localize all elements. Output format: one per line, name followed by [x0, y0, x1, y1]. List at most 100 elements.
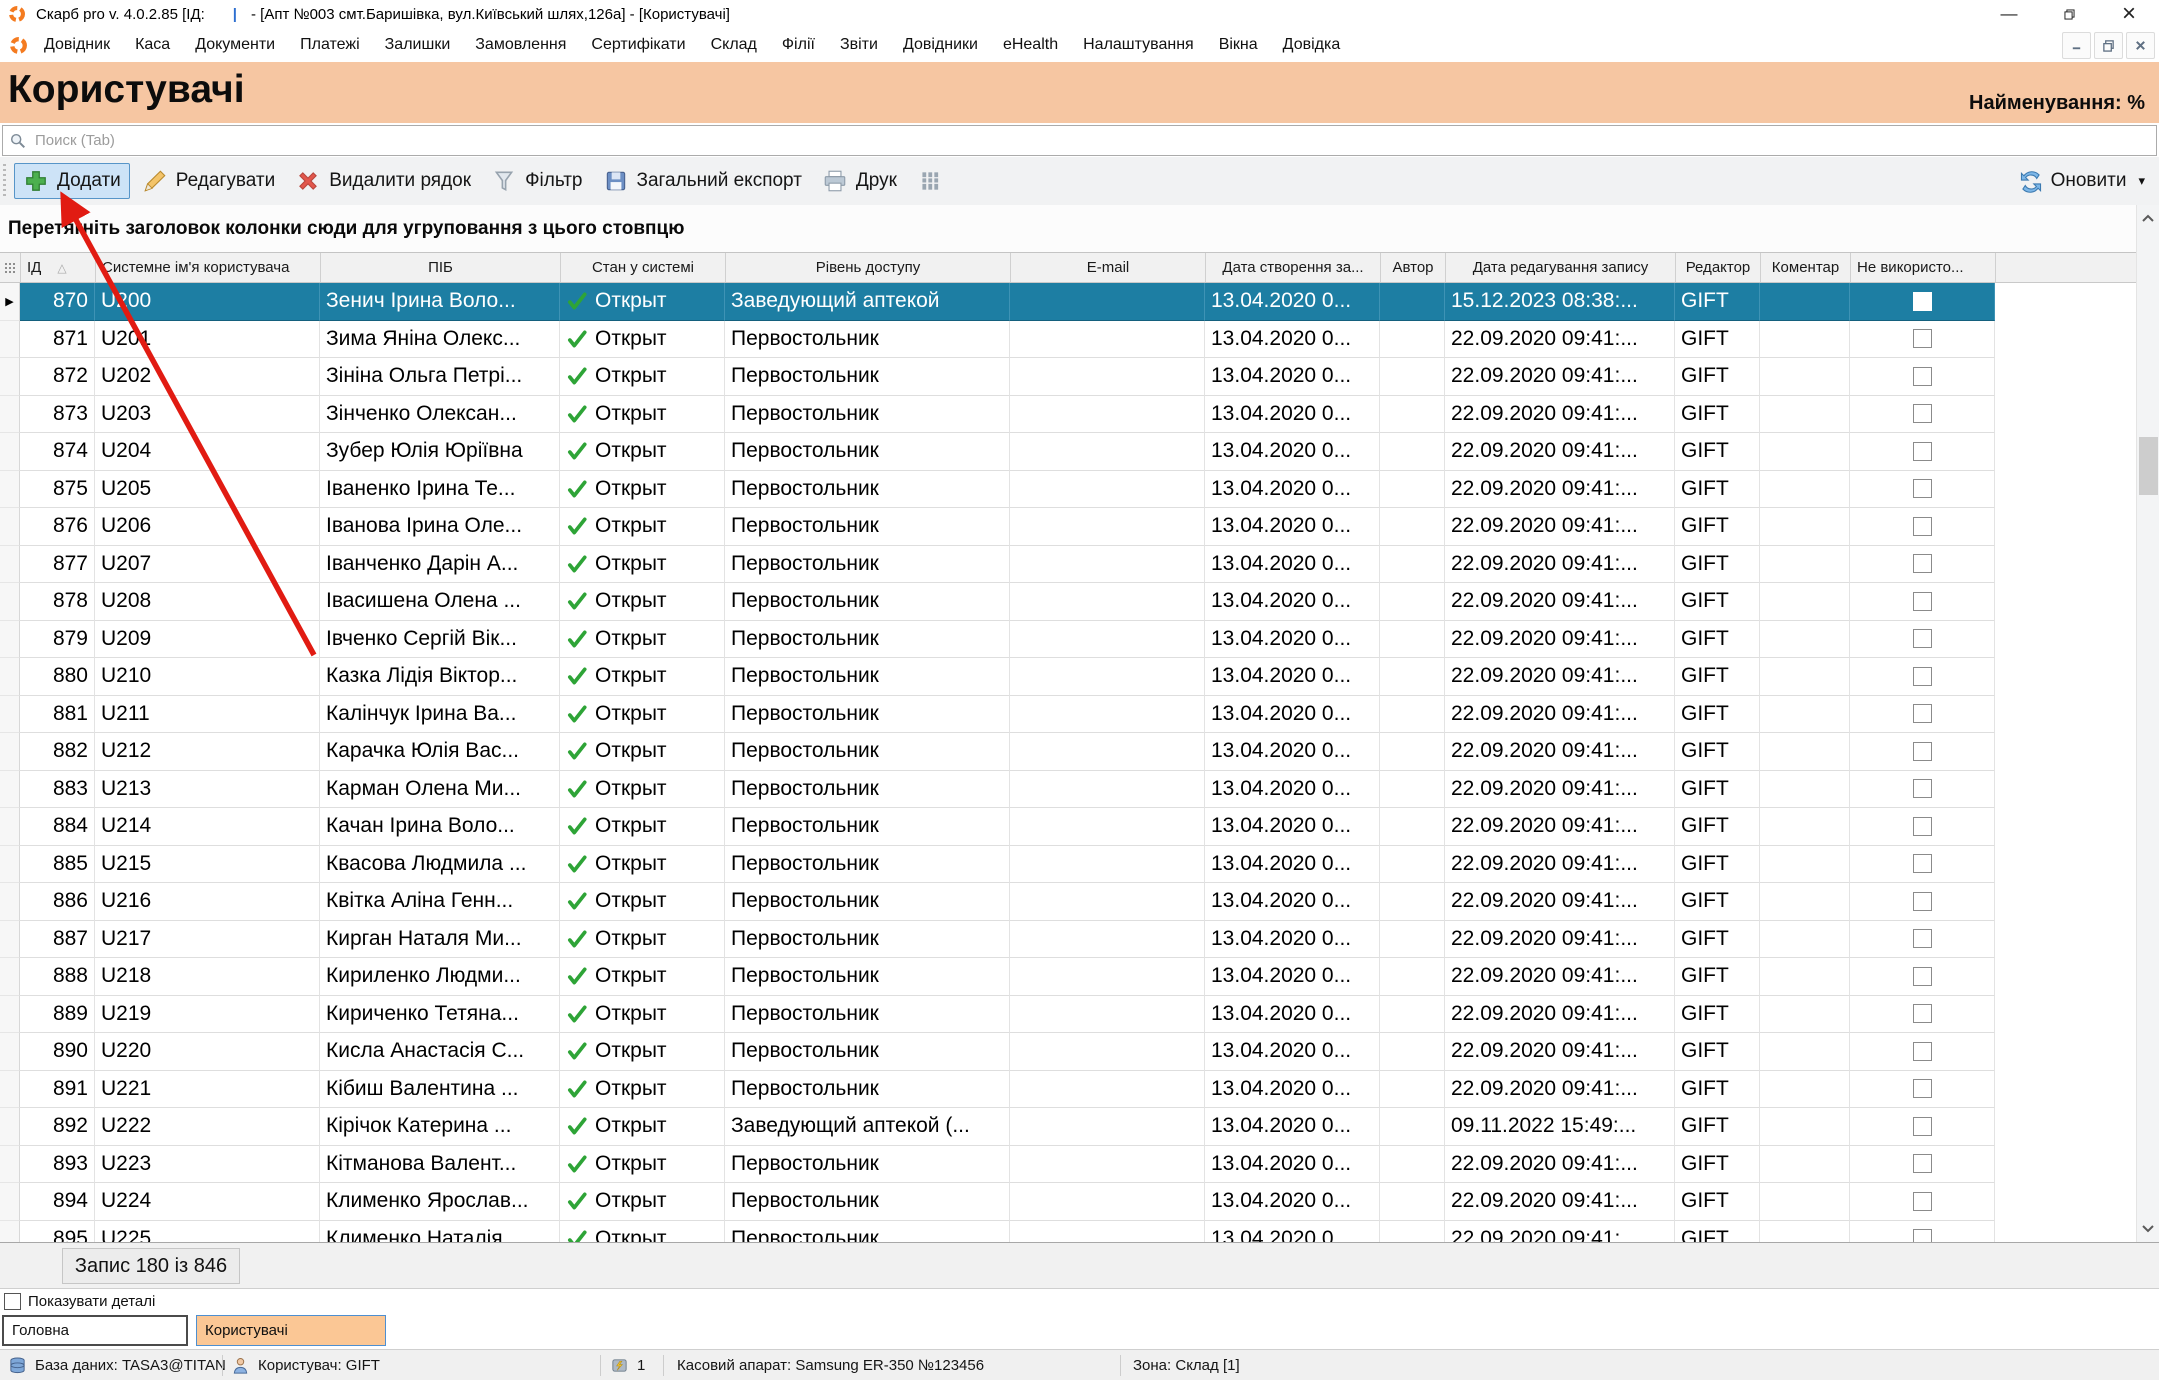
close-icon[interactable]: ×	[2099, 0, 2159, 28]
cell-access[interactable]: Первостольник	[725, 658, 1010, 696]
cell-name[interactable]: Кисла Анастасія С...	[320, 1033, 560, 1071]
cell-editor[interactable]: GIFT	[1675, 283, 1760, 321]
cell-created[interactable]: 13.04.2020 0...	[1205, 808, 1380, 846]
cell-created[interactable]: 13.04.2020 0...	[1205, 321, 1380, 359]
cell-name[interactable]: Зубер Юлія Юріївна	[320, 433, 560, 471]
cell-author[interactable]	[1380, 658, 1445, 696]
scroll-up-icon[interactable]	[2140, 211, 2156, 227]
cell-comment[interactable]	[1760, 1183, 1850, 1221]
table-row[interactable]: 890U220Кисла Анастасія С...ОткрытПервост…	[0, 1033, 1995, 1071]
cell-edited[interactable]: 22.09.2020 09:41:...	[1445, 508, 1675, 546]
column-header-7[interactable]: Автор	[1381, 253, 1446, 282]
cell-edited[interactable]: 22.09.2020 09:41:...	[1445, 1221, 1675, 1243]
unused-checkbox[interactable]	[1913, 1229, 1932, 1242]
cell-id[interactable]: 890	[20, 1033, 95, 1071]
cell-sys[interactable]: U218	[95, 958, 320, 996]
cell-comment[interactable]	[1760, 808, 1850, 846]
cell-state[interactable]: Открыт	[560, 883, 725, 921]
cell-editor[interactable]: GIFT	[1675, 883, 1760, 921]
refresh-button[interactable]: Оновити ▾	[2018, 157, 2145, 205]
menu-item-8[interactable]: Філії	[782, 36, 815, 54]
cell-author[interactable]	[1380, 771, 1445, 809]
cell-name[interactable]: Качан Ірина Воло...	[320, 808, 560, 846]
cell-editor[interactable]: GIFT	[1675, 1221, 1760, 1243]
cell-id[interactable]: 885	[20, 846, 95, 884]
cell-comment[interactable]	[1760, 958, 1850, 996]
cell-sys[interactable]: U203	[95, 396, 320, 434]
cell-unused[interactable]	[1850, 696, 1995, 734]
menu-item-13[interactable]: Вікна	[1219, 36, 1258, 54]
cell-edited[interactable]: 22.09.2020 09:41:...	[1445, 583, 1675, 621]
cell-created[interactable]: 13.04.2020 0...	[1205, 1108, 1380, 1146]
column-header-0[interactable]: ІД△	[21, 253, 96, 282]
cell-editor[interactable]: GIFT	[1675, 808, 1760, 846]
cell-email[interactable]	[1010, 546, 1205, 584]
cell-id[interactable]: 871	[20, 321, 95, 359]
cell-name[interactable]: Квітка Аліна Генн...	[320, 883, 560, 921]
cell-editor[interactable]: GIFT	[1675, 1146, 1760, 1184]
cell-sys[interactable]: U201	[95, 321, 320, 359]
cell-access[interactable]: Первостольник	[725, 433, 1010, 471]
cell-comment[interactable]	[1760, 771, 1850, 809]
cell-edited[interactable]: 22.09.2020 09:41:...	[1445, 621, 1675, 659]
column-header-4[interactable]: Рівень доступу	[726, 253, 1011, 282]
cell-created[interactable]: 13.04.2020 0...	[1205, 1221, 1380, 1243]
cell-name[interactable]: Іванченко Дарін А...	[320, 546, 560, 584]
cell-email[interactable]	[1010, 921, 1205, 959]
cell-author[interactable]	[1380, 1221, 1445, 1243]
cell-access[interactable]: Первостольник	[725, 846, 1010, 884]
cell-id[interactable]: 883	[20, 771, 95, 809]
cell-editor[interactable]: GIFT	[1675, 358, 1760, 396]
cell-state[interactable]: Открыт	[560, 921, 725, 959]
cell-id[interactable]: 878	[20, 583, 95, 621]
cell-comment[interactable]	[1760, 508, 1850, 546]
cell-id[interactable]: 888	[20, 958, 95, 996]
table-row[interactable]: 877U207Іванченко Дарін А...ОткрытПервост…	[0, 546, 1995, 584]
cell-name[interactable]: Кірічок Катерина ...	[320, 1108, 560, 1146]
cell-author[interactable]	[1380, 1071, 1445, 1109]
cell-unused[interactable]	[1850, 658, 1995, 696]
cell-id[interactable]: 895	[20, 1221, 95, 1243]
cell-created[interactable]: 13.04.2020 0...	[1205, 508, 1380, 546]
cell-id[interactable]: 872	[20, 358, 95, 396]
cell-editor[interactable]: GIFT	[1675, 996, 1760, 1034]
cell-access[interactable]: Первостольник	[725, 921, 1010, 959]
cell-author[interactable]	[1380, 733, 1445, 771]
cell-name[interactable]: Зініна Ольга Петрі...	[320, 358, 560, 396]
toolbar-button-6[interactable]	[909, 164, 951, 198]
cell-id[interactable]: 875	[20, 471, 95, 509]
cell-id[interactable]: 886	[20, 883, 95, 921]
cell-editor[interactable]: GIFT	[1675, 583, 1760, 621]
restore-icon[interactable]	[2039, 0, 2099, 28]
cell-editor[interactable]: GIFT	[1675, 921, 1760, 959]
cell-comment[interactable]	[1760, 546, 1850, 584]
unused-checkbox[interactable]	[1913, 817, 1932, 836]
cell-access[interactable]: Первостольник	[725, 508, 1010, 546]
cell-comment[interactable]	[1760, 621, 1850, 659]
cell-comment[interactable]	[1760, 996, 1850, 1034]
cell-id[interactable]: 881	[20, 696, 95, 734]
cell-created[interactable]: 13.04.2020 0...	[1205, 921, 1380, 959]
table-row[interactable]: 892U222Кірічок Катерина ...ОткрытЗаведую…	[0, 1108, 1995, 1146]
cell-editor[interactable]: GIFT	[1675, 508, 1760, 546]
unused-checkbox[interactable]	[1913, 1117, 1932, 1136]
cell-email[interactable]	[1010, 996, 1205, 1034]
cell-name[interactable]: Зима Яніна Олекс...	[320, 321, 560, 359]
cell-author[interactable]	[1380, 471, 1445, 509]
cell-name[interactable]: Квасова Людмила ...	[320, 846, 560, 884]
cell-sys[interactable]: U217	[95, 921, 320, 959]
unused-checkbox[interactable]	[1913, 592, 1932, 611]
cell-email[interactable]	[1010, 1071, 1205, 1109]
cell-editor[interactable]: GIFT	[1675, 771, 1760, 809]
cell-access[interactable]: Первостольник	[725, 996, 1010, 1034]
cell-created[interactable]: 13.04.2020 0...	[1205, 471, 1380, 509]
cell-access[interactable]: Первостольник	[725, 583, 1010, 621]
cell-name[interactable]: Іваненко Ірина Те...	[320, 471, 560, 509]
cell-author[interactable]	[1380, 1183, 1445, 1221]
cell-author[interactable]	[1380, 1108, 1445, 1146]
cell-created[interactable]: 13.04.2020 0...	[1205, 621, 1380, 659]
unused-checkbox[interactable]	[1913, 1004, 1932, 1023]
cell-edited[interactable]: 22.09.2020 09:41:...	[1445, 358, 1675, 396]
cell-access[interactable]: Первостольник	[725, 621, 1010, 659]
unused-checkbox[interactable]	[1913, 629, 1932, 648]
